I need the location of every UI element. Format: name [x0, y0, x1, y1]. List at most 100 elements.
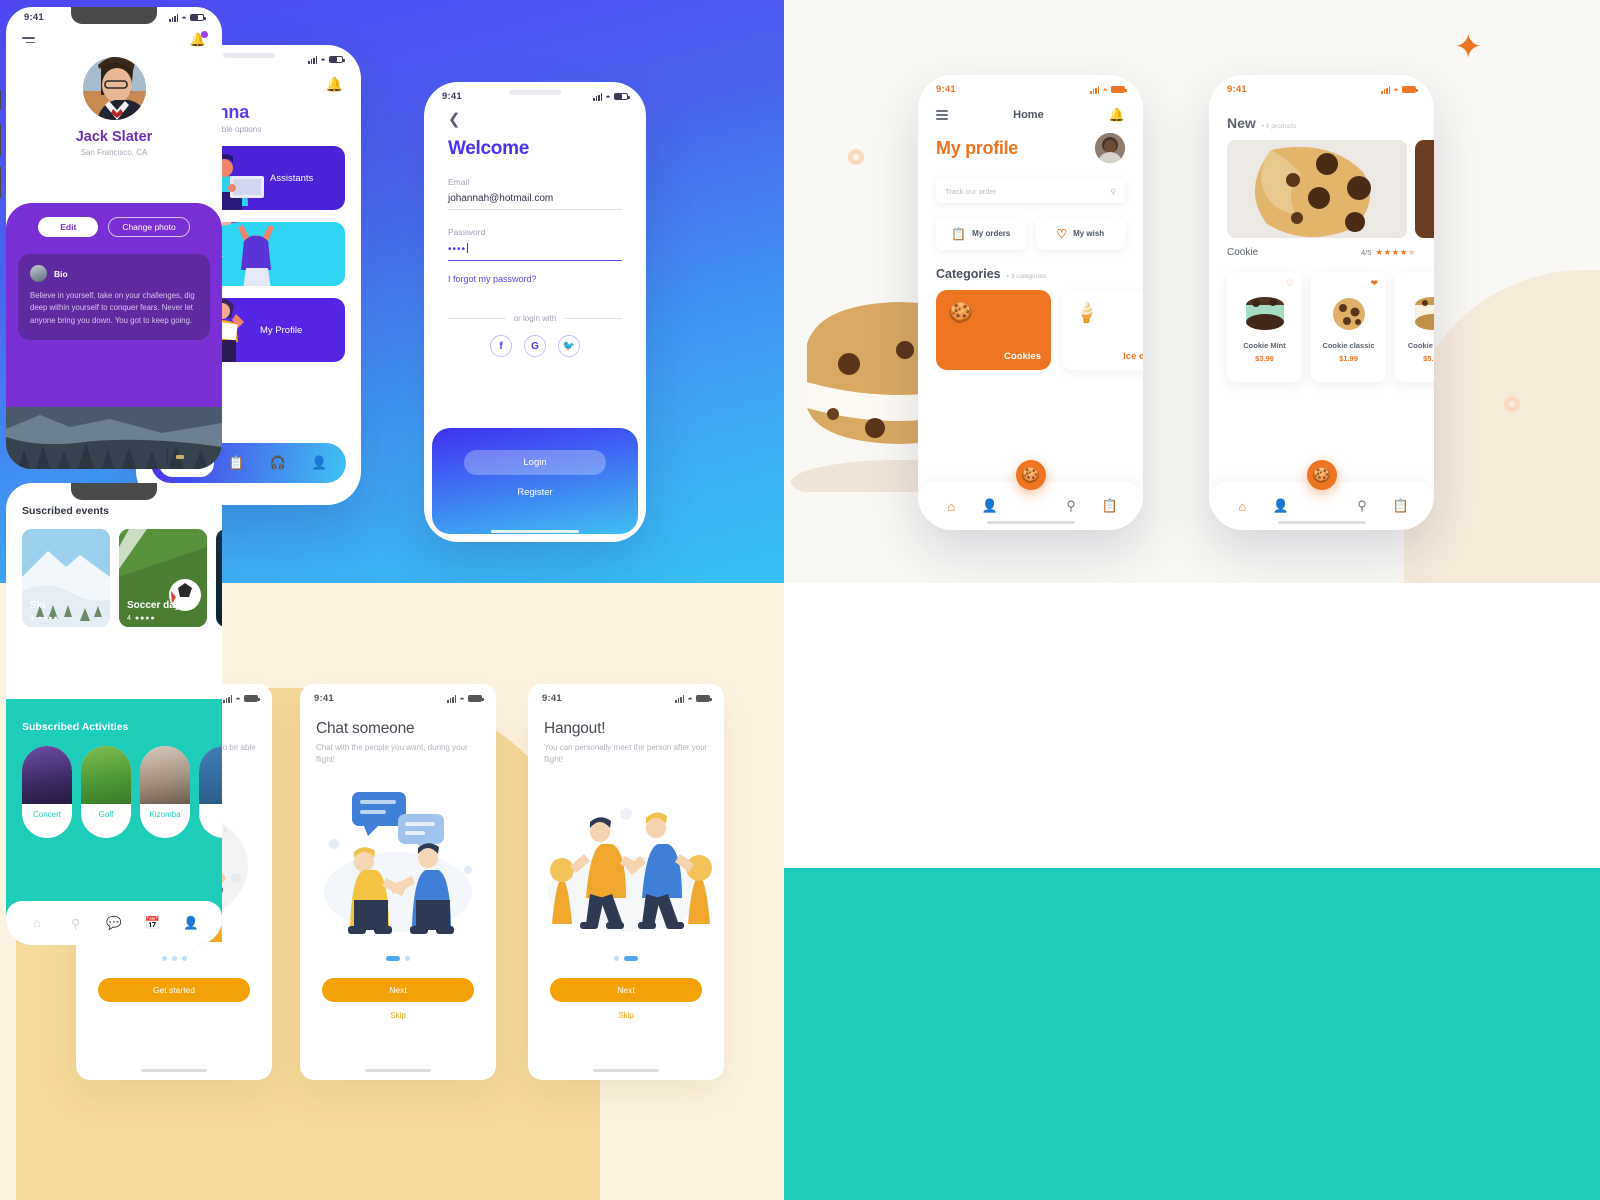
- tab-account[interactable]: 👤: [971, 498, 1010, 514]
- email-field[interactable]: johannah@hotmail.com: [448, 193, 622, 210]
- activities-row: Concert Golf Kizomba: [22, 746, 222, 838]
- login-form: ❮ Welcome Email johannah@hotmail.com Pas…: [424, 104, 646, 357]
- menu-icon[interactable]: [22, 36, 35, 44]
- product-card[interactable]: ♡ Cookie cream $5.99: [1395, 272, 1434, 382]
- page-title: Chat someone: [316, 720, 415, 737]
- dot-active[interactable]: [624, 956, 638, 961]
- new-task-illustration: [220, 222, 285, 286]
- password-group: Password ••••: [448, 227, 622, 261]
- tab-account[interactable]: 👤: [1262, 498, 1301, 514]
- signal-icon: [168, 13, 179, 22]
- tab-orders[interactable]: 📋: [1090, 498, 1129, 514]
- categories-count: • 3 categories: [1006, 273, 1047, 280]
- avatar[interactable]: [82, 57, 146, 120]
- register-button[interactable]: Register: [517, 487, 552, 498]
- menu-icon[interactable]: [936, 110, 948, 120]
- wifi-icon: ◓: [181, 12, 187, 23]
- my-wish-button[interactable]: ♡ My wish: [1035, 217, 1125, 250]
- tab-search[interactable]: ⚲: [56, 916, 94, 931]
- tab-account[interactable]: 👤: [301, 455, 338, 471]
- tab-tasks[interactable]: 📋: [218, 455, 255, 471]
- product-name: Cookie cream: [1407, 341, 1434, 350]
- dot-active[interactable]: [386, 956, 400, 961]
- heart-filled-icon[interactable]: ❤: [1370, 278, 1378, 289]
- bell-icon[interactable]: 🔔: [326, 76, 343, 93]
- avatar-photo: [1095, 133, 1125, 163]
- phone-welcome-login: 9:41 ◓ ❮ Welcome Email johannah@hotmail.…: [424, 82, 646, 542]
- category-ice-cream[interactable]: 🍦 Ice cream: [1062, 290, 1143, 370]
- activity-card[interactable]: Kizomba: [140, 746, 190, 838]
- activity-card[interactable]: [199, 746, 222, 838]
- divider-line-left: [448, 318, 506, 319]
- tab-support[interactable]: 🎧: [259, 455, 296, 471]
- calendar-icon: 📅: [144, 915, 161, 930]
- category-cookies[interactable]: 🍪 Cookies: [936, 290, 1051, 370]
- cookie-fab-button[interactable]: 🍪: [1306, 460, 1337, 490]
- sparkle-icon: ✦: [1454, 28, 1483, 66]
- event-card[interactable]: Soccer day 4 ●●●●: [119, 529, 207, 627]
- heart-outline-icon[interactable]: ♡: [1286, 278, 1294, 289]
- event-card[interactable]: D 3: [216, 529, 222, 627]
- tab-search[interactable]: ⚲: [1052, 498, 1091, 514]
- user-icon: 👤: [183, 915, 199, 930]
- bell-icon[interactable]: 🔔: [1109, 107, 1125, 123]
- clipboard-icon: 📋: [228, 455, 245, 470]
- back-icon[interactable]: ❮: [448, 110, 622, 128]
- get-started-button[interactable]: Get started: [98, 978, 250, 1002]
- two-people-chatting-illustration: [324, 792, 472, 934]
- phone-cookie-profile: 9:41 ◓ Home 🔔 My profile Track our order…: [918, 75, 1143, 530]
- avatar[interactable]: [1095, 133, 1125, 163]
- dot[interactable]: [161, 956, 167, 961]
- product-card[interactable]: ♡ Cookie Mint $3.99: [1227, 272, 1302, 382]
- tab-orders[interactable]: 📋: [1381, 498, 1420, 514]
- bell-icon[interactable]: 🔔: [190, 31, 208, 48]
- phone-notch: [222, 53, 275, 58]
- product-card[interactable]: ❤ Cookie classic $1.99: [1311, 272, 1386, 382]
- cookie-icon: 🍪: [1021, 467, 1040, 484]
- categories-header: Categories • 3 categories: [936, 267, 1125, 281]
- status-bar: 9:41 ◓: [918, 75, 1143, 97]
- search-icon: ⚲: [1357, 498, 1367, 513]
- activity-card[interactable]: Golf: [81, 746, 131, 838]
- decorative-donut-2: [1504, 396, 1520, 412]
- password-field[interactable]: ••••: [448, 243, 622, 261]
- search-input[interactable]: Track our order ⚲: [936, 179, 1125, 203]
- cookie-fab-button[interactable]: 🍪: [1015, 460, 1046, 490]
- dot[interactable]: [171, 956, 177, 961]
- dot[interactable]: [405, 956, 410, 961]
- change-photo-button[interactable]: Change photo: [108, 217, 190, 237]
- tab-chat[interactable]: 💬: [95, 916, 133, 931]
- event-card[interactable]: Ski 4 ●●●●: [22, 529, 110, 627]
- featured-cookie-photo[interactable]: [1227, 140, 1407, 238]
- google-icon[interactable]: G: [524, 335, 546, 357]
- forgot-password-link[interactable]: I forgot my password?: [448, 274, 622, 284]
- dot[interactable]: [181, 956, 187, 961]
- tab-profile[interactable]: 👤: [172, 916, 210, 931]
- nav-title: Home: [1013, 109, 1044, 121]
- twitter-icon[interactable]: 🐦: [558, 335, 580, 357]
- event-label: Ski: [30, 600, 46, 611]
- tab-search[interactable]: ⚲: [1343, 498, 1382, 514]
- my-orders-label: My orders: [972, 229, 1011, 238]
- home-icon: ⌂: [1238, 498, 1247, 514]
- next-button[interactable]: Next: [550, 978, 702, 1002]
- facebook-icon[interactable]: f: [490, 335, 512, 357]
- home-icon: ⌂: [33, 916, 41, 930]
- next-button[interactable]: Next: [322, 978, 474, 1002]
- skip-link[interactable]: Skip: [528, 1011, 724, 1020]
- tab-home[interactable]: ⌂: [18, 916, 56, 930]
- tab-home[interactable]: ⌂: [932, 499, 971, 514]
- skip-link[interactable]: Skip: [300, 1011, 496, 1020]
- tab-home[interactable]: ⌂: [1223, 499, 1262, 514]
- wifi-icon: ◓: [687, 693, 693, 704]
- activity-card[interactable]: Concert: [22, 746, 72, 838]
- login-button[interactable]: Login: [464, 450, 606, 475]
- status-bar: 9:41 ◓: [300, 684, 496, 706]
- decorative-teal-fill: [1084, 868, 1600, 1200]
- cover-photo: [6, 407, 222, 469]
- featured-next-photo[interactable]: [1415, 140, 1434, 238]
- tab-calendar[interactable]: 📅: [133, 916, 171, 931]
- my-orders-button[interactable]: 📋 My orders: [936, 217, 1026, 250]
- dot[interactable]: [614, 956, 619, 961]
- edit-button[interactable]: Edit: [38, 217, 99, 237]
